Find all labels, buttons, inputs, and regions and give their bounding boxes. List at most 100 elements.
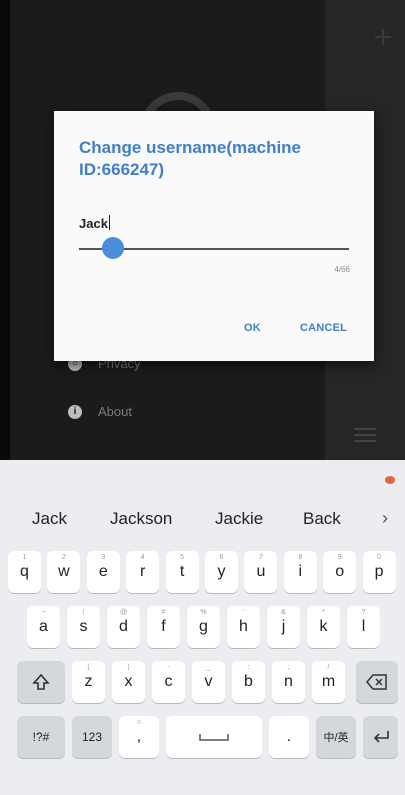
key-hint: 1 [22, 554, 27, 561]
username-field[interactable]: Jack [79, 215, 110, 231]
suggestion-item[interactable]: Jack [32, 509, 67, 529]
suggestion-bar: Jack Jackson Jackie Back › [0, 500, 405, 534]
enter-key[interactable] [363, 716, 398, 758]
menu-item-about[interactable]: i About [68, 404, 132, 419]
soft-keyboard: Jack Jackson Jackie Back › 1q2w3e4r5t6y7… [0, 460, 405, 795]
key-hint: 6 [219, 554, 224, 561]
key-label: e [98, 563, 108, 580]
key-d[interactable]: @ d [107, 606, 140, 648]
key-x[interactable]: ) x [112, 661, 145, 703]
key-y[interactable]: 6y [205, 551, 238, 593]
key-label: r [140, 563, 146, 580]
comma-label: , [136, 728, 142, 745]
key-label: b [244, 673, 253, 690]
key-label: w [58, 563, 70, 580]
key-e[interactable]: 3e [86, 551, 120, 593]
username-value: Jack [79, 216, 108, 231]
chevron-right-icon[interactable]: › [382, 508, 388, 529]
key-label: s [79, 618, 88, 635]
key-hint: ; [287, 664, 290, 671]
key-m[interactable]: / m [312, 661, 345, 703]
text-cursor-handle[interactable] [102, 237, 124, 259]
key-label: k [319, 618, 328, 635]
info-icon: i [68, 404, 82, 419]
key-h[interactable]: ' h [227, 606, 260, 648]
plus-icon[interactable] [372, 26, 394, 48]
suggestion-item[interactable]: Back [303, 509, 341, 529]
key-a[interactable]: ~ a [27, 606, 60, 648]
key-v[interactable]: _ v [192, 661, 225, 703]
key-b[interactable]: :b [232, 661, 265, 703]
symbols-key[interactable]: !?# [17, 716, 65, 758]
key-label: n [284, 673, 293, 690]
key-hint: 3 [101, 554, 106, 561]
cancel-button[interactable]: CANCEL [300, 322, 347, 334]
key-j[interactable]: & j [267, 606, 300, 648]
key-label: x [124, 673, 133, 690]
numbers-key[interactable]: 123 [72, 716, 112, 758]
key-c[interactable]: -c [152, 661, 185, 703]
key-o[interactable]: 9o [323, 551, 357, 593]
key-p[interactable]: 0p [362, 551, 396, 593]
key-f[interactable]: # f [147, 606, 180, 648]
key-hint: 8 [298, 554, 303, 561]
keyboard-toolbar [0, 460, 405, 494]
key-q[interactable]: 1q [8, 551, 41, 593]
suggestion-item[interactable]: Jackie [215, 509, 263, 529]
space-key[interactable] [166, 716, 262, 758]
key-label: d [119, 618, 128, 635]
key-label: v [204, 673, 213, 690]
key-label: h [239, 618, 248, 635]
key-hint: @ [119, 609, 128, 616]
key-hint: ? [361, 609, 366, 616]
space-icon [199, 734, 229, 741]
key-i[interactable]: 8i [283, 551, 317, 593]
key-hint: ! [82, 609, 85, 616]
key-hint: * [322, 609, 325, 616]
key-hint: ' [242, 609, 245, 616]
key-label: j [281, 618, 286, 635]
period-key[interactable]: . [269, 716, 309, 758]
key-g[interactable]: % g [187, 606, 220, 648]
key-label: z [84, 673, 93, 690]
key-label: t [179, 563, 185, 580]
key-hint: ~ [41, 609, 46, 616]
ok-button[interactable]: OK [244, 322, 261, 334]
key-z[interactable]: (z [72, 661, 105, 703]
key-hint: ) [127, 664, 130, 671]
key-hint: % [200, 609, 207, 616]
key-hint: 0 [377, 554, 382, 561]
character-counter: 4/66 [334, 265, 350, 274]
key-w[interactable]: 2w [47, 551, 81, 593]
key-u[interactable]: 7u [244, 551, 278, 593]
text-caret [108, 215, 110, 230]
language-key[interactable]: 中/英 [316, 716, 356, 758]
key-label: q [20, 563, 29, 580]
backspace-key[interactable] [356, 661, 398, 703]
dialog-title: Change username(machine ID:666247) [79, 138, 302, 179]
key-label: u [256, 563, 266, 580]
key-label: p [374, 563, 384, 580]
key-t[interactable]: 5t [165, 551, 199, 593]
key-label: a [39, 618, 48, 635]
key-label: f [161, 618, 166, 635]
keyboard-logo-icon[interactable] [385, 476, 395, 484]
key-hint: : [247, 664, 250, 671]
menu-lines-icon[interactable] [354, 428, 376, 444]
key-hint: 4 [140, 554, 145, 561]
key-label: i [298, 563, 303, 580]
shift-icon [32, 673, 50, 690]
comma-key[interactable]: ☺ , [119, 716, 159, 758]
key-label: m [321, 673, 336, 690]
menu-item-label: About [98, 404, 132, 419]
suggestion-item[interactable]: Jackson [110, 509, 172, 529]
key-l[interactable]: ? l [347, 606, 380, 648]
key-hint: - [167, 664, 170, 671]
change-username-dialog: Change username(machine ID:666247) Jack … [54, 111, 374, 361]
key-k[interactable]: * k [307, 606, 340, 648]
key-r[interactable]: 4r [126, 551, 160, 593]
shift-key[interactable] [17, 661, 65, 703]
key-n[interactable]: ; n [272, 661, 305, 703]
key-s[interactable]: ! s [67, 606, 100, 648]
key-label: c [164, 673, 173, 690]
